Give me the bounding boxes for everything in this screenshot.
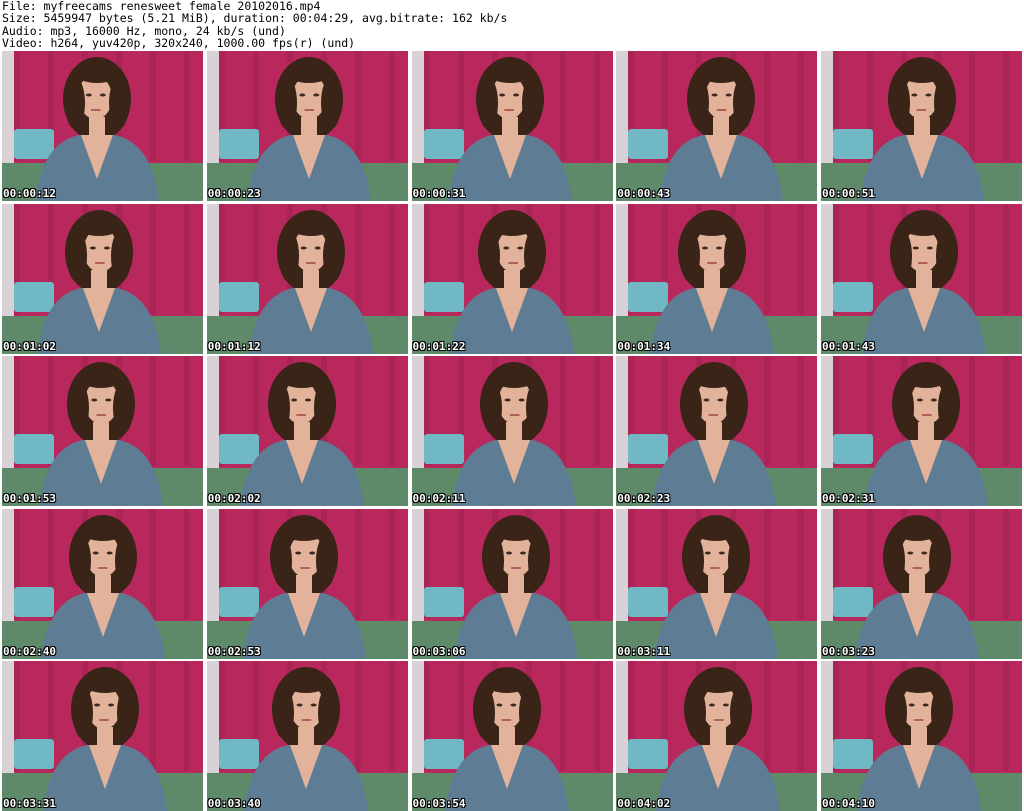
timestamp-label: 00:00:31 — [412, 187, 466, 200]
video-frame-image — [821, 508, 1022, 659]
video-frame-image — [206, 51, 408, 201]
video-frame-image — [821, 51, 1022, 201]
video-frame-image — [616, 661, 818, 811]
video-thumbnail: 00:01:34 — [616, 203, 818, 354]
timestamp-label: 00:04:02 — [617, 797, 671, 810]
video-thumbnail: 00:03:06 — [411, 508, 613, 659]
video-frame-image — [616, 508, 818, 659]
video-frame-image — [616, 356, 818, 506]
video-thumbnail: 00:01:43 — [821, 203, 1022, 354]
video-frame-image — [206, 508, 408, 659]
timestamp-label: 00:00:43 — [617, 187, 671, 200]
video-frame-image — [411, 508, 613, 659]
video-thumbnail: 00:00:43 — [616, 51, 818, 201]
timestamp-label: 00:02:53 — [207, 644, 261, 658]
timestamp-label: 00:02:23 — [617, 492, 671, 505]
timestamp-label: 00:00:23 — [207, 187, 261, 200]
timestamp-label: 00:04:10 — [822, 797, 875, 810]
video-frame-image — [411, 51, 613, 201]
video-frame-image — [206, 661, 408, 811]
video-frame-image — [2, 508, 203, 659]
video-thumbnail: 00:04:02 — [616, 661, 818, 811]
video-thumbnail: 00:02:31 — [821, 356, 1022, 506]
timestamp-label: 00:01:12 — [207, 339, 261, 353]
video-frame-image — [616, 203, 818, 354]
video-frame-image — [411, 661, 613, 811]
video-frame-image — [821, 661, 1022, 811]
video-thumbnail: 00:01:12 — [206, 203, 408, 354]
video-frame-image — [411, 203, 613, 354]
timestamp-label: 00:03:06 — [412, 644, 466, 658]
thumbnail-grid: 00:00:12 00:00:23 00:00:31 00:00:43 00:00:51… — [2, 51, 1022, 811]
audio-info-line: Audio: mp3, 16000 Hz, mono, 24 kb/s (und… — [2, 24, 286, 38]
video-thumbnail: 00:01:02 — [2, 203, 203, 354]
timestamp-label: 00:01:22 — [412, 339, 466, 353]
video-thumbnail: 00:01:22 — [411, 203, 613, 354]
video-thumbnail: 00:02:40 — [2, 508, 203, 659]
video-thumbnail: 00:03:23 — [821, 508, 1022, 659]
video-thumbnail: 00:00:12 — [2, 51, 203, 201]
timestamp-label: 00:01:53 — [3, 492, 56, 505]
video-frame-image — [616, 51, 818, 201]
file-info-header: File: myfreecams_renesweet_female_201020… — [2, 0, 1022, 50]
timestamp-label: 00:02:11 — [412, 492, 466, 505]
video-thumbnail: 00:03:11 — [616, 508, 818, 659]
timestamp-label: 00:03:31 — [3, 797, 56, 810]
timestamp-label: 00:00:12 — [3, 187, 56, 200]
video-frame-image — [2, 51, 203, 201]
video-thumbnail: 00:02:53 — [206, 508, 408, 659]
video-frame-image — [411, 356, 613, 506]
video-thumbnail: 00:00:23 — [206, 51, 408, 201]
timestamp-label: 00:03:23 — [822, 644, 875, 658]
video-thumbnail: 00:00:31 — [411, 51, 613, 201]
video-thumbnail: 00:02:11 — [411, 356, 613, 506]
video-frame-image — [2, 203, 203, 354]
file-size-line: Size: 5459947 bytes (5.21 MiB), duration… — [2, 12, 508, 25]
video-frame-image — [821, 203, 1022, 354]
video-frame-image — [206, 356, 408, 506]
timestamp-label: 00:02:31 — [822, 492, 875, 505]
timestamp-label: 00:03:11 — [617, 644, 671, 658]
video-frame-image — [821, 356, 1022, 506]
timestamp-label: 00:03:54 — [412, 797, 466, 810]
file-name-line: File: myfreecams_renesweet_female_201020… — [2, 0, 321, 13]
video-thumbnail: 00:03:31 — [2, 661, 203, 811]
timestamp-label: 00:00:51 — [822, 187, 875, 200]
timestamp-label: 00:01:34 — [617, 339, 671, 353]
timestamp-label: 00:01:43 — [822, 339, 875, 353]
video-frame-image — [2, 661, 203, 811]
video-frame-image — [206, 203, 408, 354]
video-thumbnail: 00:04:10 — [821, 661, 1022, 811]
timestamp-label: 00:02:40 — [3, 644, 56, 658]
video-thumbnail: 00:03:40 — [206, 661, 408, 811]
video-thumbnail: 00:03:54 — [411, 661, 613, 811]
video-thumbnail: 00:01:53 — [2, 356, 203, 506]
video-thumbnail: 00:02:23 — [616, 356, 818, 506]
video-thumbnail: 00:00:51 — [821, 51, 1022, 201]
timestamp-label: 00:03:40 — [207, 797, 261, 810]
timestamp-label: 00:02:02 — [207, 492, 261, 505]
timestamp-label: 00:01:02 — [3, 339, 56, 353]
video-info-line: Video: h264, yuv420p, 320x240, 1000.00 f… — [2, 37, 356, 50]
video-frame-image — [2, 356, 203, 506]
video-thumbnail: 00:02:02 — [206, 356, 408, 506]
